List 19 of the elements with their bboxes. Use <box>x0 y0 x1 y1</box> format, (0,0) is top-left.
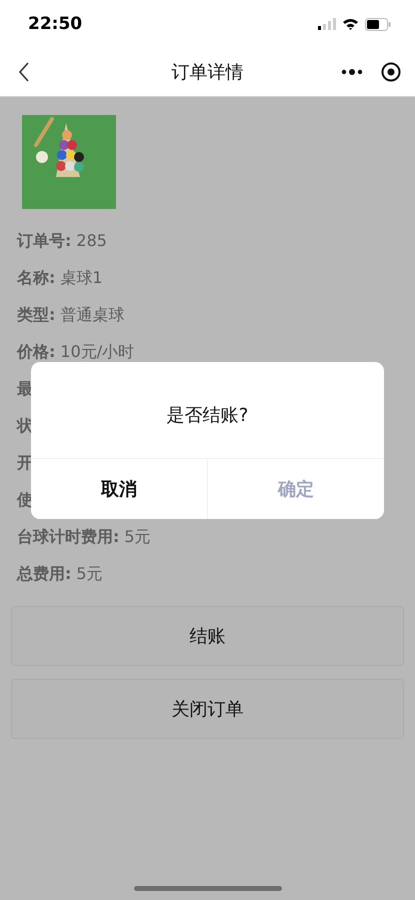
order-field: 订单号: 285 <box>17 231 107 252</box>
page-title: 订单详情 <box>172 61 244 84</box>
close-order-button[interactable]: 关闭订单 <box>11 679 404 739</box>
more-icon[interactable] <box>341 69 363 75</box>
order-field: 类型: 普通桌球 <box>17 305 124 326</box>
status-time: 22:50 <box>28 14 82 34</box>
order-field: 台球计时费用: 5元 <box>17 527 151 548</box>
checkout-button[interactable]: 结账 <box>11 606 404 666</box>
order-field: 总费用: 5元 <box>17 564 103 585</box>
order-field: 状 <box>17 416 38 437</box>
close-target-icon[interactable] <box>381 62 401 82</box>
wifi-icon <box>342 18 359 30</box>
back-icon[interactable] <box>18 62 30 82</box>
order-field: 最 <box>17 379 38 400</box>
battery-icon <box>365 18 391 30</box>
dialog-message: 是否结账? <box>166 404 248 427</box>
order-field: 价格: 10元/小时 <box>17 342 134 363</box>
order-field: 名称: 桌球1 <box>17 268 103 289</box>
signal-icon <box>318 18 336 30</box>
